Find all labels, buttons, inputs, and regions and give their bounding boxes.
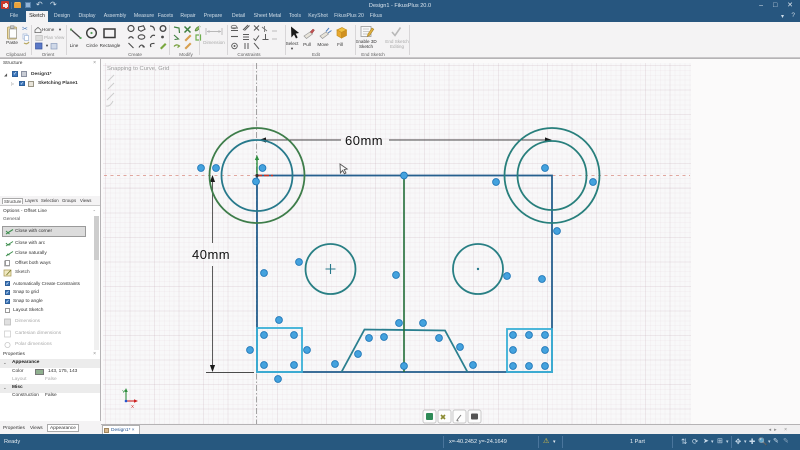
svg-text:X: X bbox=[131, 404, 134, 409]
svg-text:✂: ✂ bbox=[22, 26, 28, 33]
svg-text:40mm: 40mm bbox=[192, 247, 230, 262]
svg-text:Y: Y bbox=[122, 389, 125, 394]
svg-text:60mm: 60mm bbox=[345, 133, 383, 148]
